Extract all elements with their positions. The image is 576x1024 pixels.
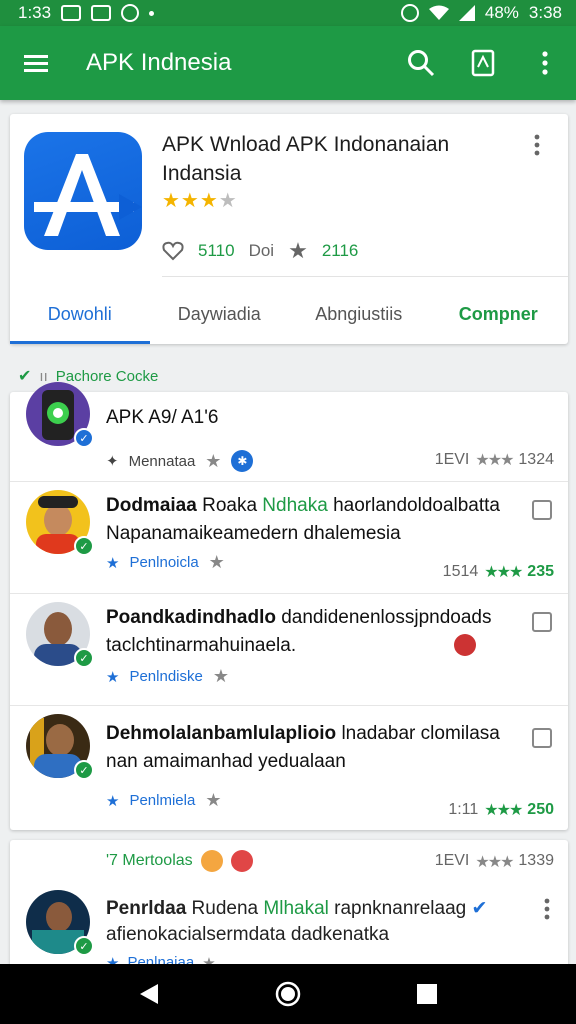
stat-mid: Doi bbox=[248, 241, 275, 260]
list-item[interactable]: ✓ Dehmolalanbamlulaplioio lnadabar clomi… bbox=[10, 706, 568, 830]
app-bar: APK Indnesia bbox=[0, 26, 576, 100]
photo-notification-icon bbox=[91, 5, 112, 21]
back-button[interactable] bbox=[138, 982, 160, 1006]
avatar: ✓ bbox=[26, 714, 94, 780]
star-icon: ★ bbox=[212, 666, 229, 686]
star-count: 2116 bbox=[321, 241, 359, 260]
list-item[interactable]: ✓ APK A9/ A1'6 ✦ Mennataa ★ ✱ 1EVI ★★★ 1… bbox=[10, 382, 568, 482]
alarm-icon bbox=[400, 4, 419, 22]
tab-download[interactable]: Dowohli bbox=[10, 284, 150, 344]
app-logo-icon bbox=[24, 132, 142, 250]
messenger-notification-icon bbox=[121, 4, 140, 22]
section-label: '7 Mertoolas bbox=[106, 850, 253, 872]
list-item-title: Penrldaa Rudena Mlhakal rapnknanrelaag ✔… bbox=[106, 898, 488, 945]
image-notification-icon bbox=[61, 5, 82, 21]
star-icon: ★ bbox=[208, 552, 225, 572]
list-item-meta: ★ Penlnoicla ★ bbox=[106, 552, 225, 572]
signal-icon bbox=[458, 5, 475, 21]
list-item-rating: 1514 ★★★ 235 bbox=[442, 563, 554, 581]
list-item-rating: 1EVI ★★★ 1339 bbox=[434, 852, 554, 871]
recents-button[interactable] bbox=[416, 983, 438, 1005]
app-detail-card: APK Wnload APK Indonanaian Indansia ★★★★… bbox=[10, 114, 568, 344]
avatar: ✓ bbox=[26, 490, 94, 556]
status-bar: 1:33 48% 3:38 bbox=[0, 0, 576, 26]
system-nav-bar bbox=[0, 964, 576, 1024]
status-time-right: 3:38 bbox=[528, 3, 562, 22]
emoji-icon bbox=[230, 850, 253, 872]
star-icon: ★ bbox=[106, 792, 120, 810]
list-item[interactable]: ✓ Poandkadindhadlo dandidenenlossjpndoad… bbox=[10, 594, 568, 706]
star-icon: ★ bbox=[106, 554, 120, 572]
verified-badge-icon: ✓ bbox=[74, 428, 94, 448]
wifi-icon bbox=[428, 5, 449, 20]
bookmark-icon bbox=[471, 49, 495, 77]
app-overflow-button[interactable] bbox=[534, 134, 554, 158]
avatar: ✓ bbox=[26, 890, 94, 956]
more-vert-icon bbox=[542, 51, 548, 75]
tab-daywiadia[interactable]: Daywiadia bbox=[150, 284, 290, 344]
battery-percent: 48% bbox=[484, 3, 519, 22]
share-icon[interactable]: ✱ bbox=[231, 450, 254, 472]
tab-abngiustiis[interactable]: Abngiustiis bbox=[289, 284, 429, 344]
like-count: 5110 bbox=[198, 241, 235, 260]
pin-icon: ✦ bbox=[106, 453, 119, 470]
tab-bar: Dowohli Daywiadia Abngiustiis Compner bbox=[10, 284, 568, 344]
search-icon bbox=[408, 50, 435, 77]
app-stats: 5110 Doi ★ 2116 bbox=[162, 238, 358, 264]
list-item-rating: 1EVI ★★★ 1324 bbox=[434, 451, 554, 469]
heart-icon[interactable] bbox=[162, 241, 184, 261]
verified-badge-icon: ✓ bbox=[74, 648, 94, 668]
home-button[interactable] bbox=[275, 981, 301, 1007]
hamburger-icon bbox=[24, 55, 48, 72]
list-item-meta: ★ Penlndiske ★ bbox=[106, 666, 229, 686]
verified-badge-icon: ✓ bbox=[74, 936, 94, 956]
avatar: ✓ bbox=[26, 382, 94, 448]
app-bar-title: APK Indnesia bbox=[86, 49, 232, 76]
status-time-left: 1:33 bbox=[18, 3, 52, 22]
search-button[interactable] bbox=[390, 26, 452, 100]
star-icon: ★ bbox=[288, 238, 308, 263]
verified-badge-icon: ✓ bbox=[74, 760, 94, 780]
list-item-rating: 1:11 ★★★ 250 bbox=[448, 801, 554, 819]
save-button[interactable] bbox=[532, 500, 552, 520]
star-icon: ★ bbox=[106, 668, 120, 686]
save-button[interactable] bbox=[532, 612, 552, 632]
more-vert-icon bbox=[544, 898, 550, 920]
verified-badge-icon: ✓ bbox=[74, 536, 94, 556]
list-item-meta: ★ Penlmiela ★ bbox=[106, 790, 222, 810]
emoji-icon bbox=[200, 850, 223, 872]
bookmark-button[interactable] bbox=[452, 26, 514, 100]
app-list-card: ✓ APK A9/ A1'6 ✦ Mennataa ★ ✱ 1EVI ★★★ 1… bbox=[10, 382, 568, 830]
overflow-menu-button[interactable] bbox=[514, 26, 576, 100]
menu-button[interactable] bbox=[0, 26, 72, 100]
divider bbox=[162, 276, 568, 277]
section-label: ✔ ıı Pachore Cocke bbox=[18, 367, 159, 386]
list-item-title: APK A9/ A1'6 bbox=[106, 407, 219, 428]
star-icon: ★ bbox=[205, 790, 222, 810]
star-icon: ★ bbox=[205, 450, 222, 471]
more-vert-icon bbox=[534, 134, 540, 156]
reaction-icon bbox=[454, 634, 476, 656]
item-overflow-button[interactable] bbox=[544, 898, 550, 925]
list-item[interactable]: ✓ Dodmaiaa Roaka Ndhaka haorlandoldoalba… bbox=[10, 482, 568, 594]
app-title: APK Wnload APK Indonanaian Indansia bbox=[162, 133, 450, 185]
list-item-meta: ✦ Mennataa ★ ✱ bbox=[106, 450, 254, 472]
save-button[interactable] bbox=[532, 728, 552, 748]
more-notifications-icon bbox=[149, 10, 155, 16]
tab-compner[interactable]: Compner bbox=[429, 284, 569, 344]
verified-icon: ✔ bbox=[471, 898, 488, 919]
app-rating-stars: ★★★★ bbox=[162, 190, 238, 212]
list-item-title: Dehmolalanbamlulaplioio lnadabar clomila… bbox=[106, 723, 500, 772]
check-icon: ✔ bbox=[18, 368, 32, 385]
list-item-title: Dodmaiaa Roaka Ndhaka haorlandoldoalbatt… bbox=[106, 495, 500, 544]
second-list-card: '7 Mertoolas 1EVI ★★★ 1339 ✓ Penrldaa Ru… bbox=[10, 840, 568, 980]
avatar: ✓ bbox=[26, 602, 94, 668]
